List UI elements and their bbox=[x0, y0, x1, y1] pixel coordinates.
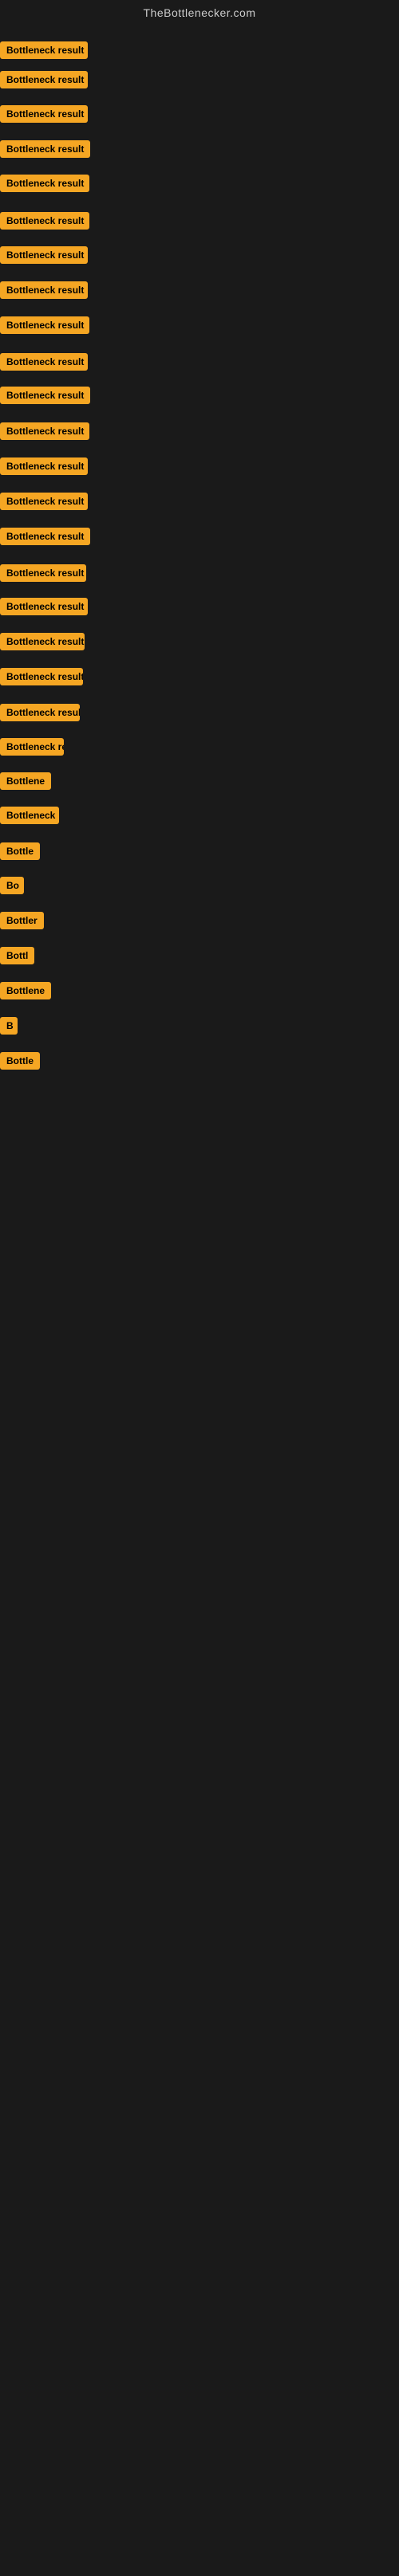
bottleneck-badge-row-8: Bottleneck result bbox=[0, 281, 88, 303]
site-title: TheBottlenecker.com bbox=[0, 0, 399, 26]
bottleneck-badge-row-13: Bottleneck result bbox=[0, 457, 88, 479]
bottleneck-badge-5[interactable]: Bottleneck result bbox=[0, 175, 89, 192]
bottleneck-badge-16[interactable]: Bottleneck result bbox=[0, 564, 86, 582]
bottleneck-badge-19[interactable]: Bottleneck result bbox=[0, 668, 83, 685]
bottleneck-badge-row-30: Bottle bbox=[0, 1052, 40, 1074]
bottleneck-badge-row-29: B bbox=[0, 1017, 18, 1039]
bottleneck-badge-row-6: Bottleneck result bbox=[0, 212, 89, 234]
bottleneck-badge-row-28: Bottlene bbox=[0, 982, 51, 1003]
bottleneck-badge-20[interactable]: Bottleneck result bbox=[0, 704, 80, 721]
bottleneck-badge-6[interactable]: Bottleneck result bbox=[0, 212, 89, 230]
bottleneck-badge-row-21: Bottleneck re bbox=[0, 738, 64, 760]
bottleneck-badge-28[interactable]: Bottlene bbox=[0, 982, 51, 999]
bottleneck-badge-30[interactable]: Bottle bbox=[0, 1052, 40, 1070]
bottleneck-badge-25[interactable]: Bo bbox=[0, 877, 24, 894]
bottleneck-badge-row-18: Bottleneck result bbox=[0, 633, 85, 654]
bottleneck-badge-row-15: Bottleneck result bbox=[0, 528, 90, 549]
bottleneck-badge-row-27: Bottl bbox=[0, 947, 34, 968]
bottleneck-badge-4[interactable]: Bottleneck result bbox=[0, 140, 90, 158]
bottleneck-badge-row-24: Bottle bbox=[0, 842, 40, 864]
bottleneck-badge-7[interactable]: Bottleneck result bbox=[0, 246, 88, 264]
bottleneck-badge-row-3: Bottleneck result bbox=[0, 105, 88, 127]
bottleneck-badge-row-26: Bottler bbox=[0, 912, 44, 933]
bottleneck-badge-8[interactable]: Bottleneck result bbox=[0, 281, 88, 299]
bottleneck-badge-row-1: Bottleneck result bbox=[0, 41, 88, 63]
bottleneck-badge-row-20: Bottleneck result bbox=[0, 704, 80, 725]
bottleneck-badge-23[interactable]: Bottleneck bbox=[0, 807, 59, 824]
bottleneck-badge-row-22: Bottlene bbox=[0, 772, 51, 794]
bottleneck-badge-17[interactable]: Bottleneck result bbox=[0, 598, 88, 615]
bottleneck-badge-row-5: Bottleneck result bbox=[0, 175, 89, 196]
bottleneck-badge-row-16: Bottleneck result bbox=[0, 564, 86, 586]
bottleneck-badge-row-10: Bottleneck result bbox=[0, 353, 88, 375]
bottleneck-badge-26[interactable]: Bottler bbox=[0, 912, 44, 929]
bottleneck-badge-18[interactable]: Bottleneck result bbox=[0, 633, 85, 650]
bottleneck-badge-15[interactable]: Bottleneck result bbox=[0, 528, 90, 545]
bottleneck-badge-24[interactable]: Bottle bbox=[0, 842, 40, 860]
bottleneck-badge-22[interactable]: Bottlene bbox=[0, 772, 51, 790]
bottleneck-badge-row-4: Bottleneck result bbox=[0, 140, 90, 162]
bottleneck-badge-11[interactable]: Bottleneck result bbox=[0, 387, 90, 404]
bottleneck-badge-row-23: Bottleneck bbox=[0, 807, 59, 828]
bottleneck-badge-13[interactable]: Bottleneck result bbox=[0, 457, 88, 475]
bottleneck-badge-9[interactable]: Bottleneck result bbox=[0, 316, 89, 334]
bottleneck-badge-row-2: Bottleneck result bbox=[0, 71, 88, 92]
bottleneck-badge-row-9: Bottleneck result bbox=[0, 316, 89, 338]
bottleneck-badge-row-11: Bottleneck result bbox=[0, 387, 90, 408]
bottleneck-badge-29[interactable]: B bbox=[0, 1017, 18, 1035]
bottleneck-badge-row-12: Bottleneck result bbox=[0, 422, 89, 444]
bottleneck-badge-row-7: Bottleneck result bbox=[0, 246, 88, 268]
bottleneck-badge-row-19: Bottleneck result bbox=[0, 668, 83, 689]
bottleneck-badge-row-14: Bottleneck result bbox=[0, 493, 88, 514]
bottleneck-badge-27[interactable]: Bottl bbox=[0, 947, 34, 964]
bottleneck-badge-2[interactable]: Bottleneck result bbox=[0, 71, 88, 88]
bottleneck-badge-row-25: Bo bbox=[0, 877, 24, 898]
bottleneck-badge-12[interactable]: Bottleneck result bbox=[0, 422, 89, 440]
bottleneck-badge-10[interactable]: Bottleneck result bbox=[0, 353, 88, 371]
bottleneck-badge-row-17: Bottleneck result bbox=[0, 598, 88, 619]
bottleneck-badge-3[interactable]: Bottleneck result bbox=[0, 105, 88, 123]
bottleneck-badge-14[interactable]: Bottleneck result bbox=[0, 493, 88, 510]
bottleneck-badge-21[interactable]: Bottleneck re bbox=[0, 738, 64, 756]
bottleneck-badge-1[interactable]: Bottleneck result bbox=[0, 41, 88, 59]
